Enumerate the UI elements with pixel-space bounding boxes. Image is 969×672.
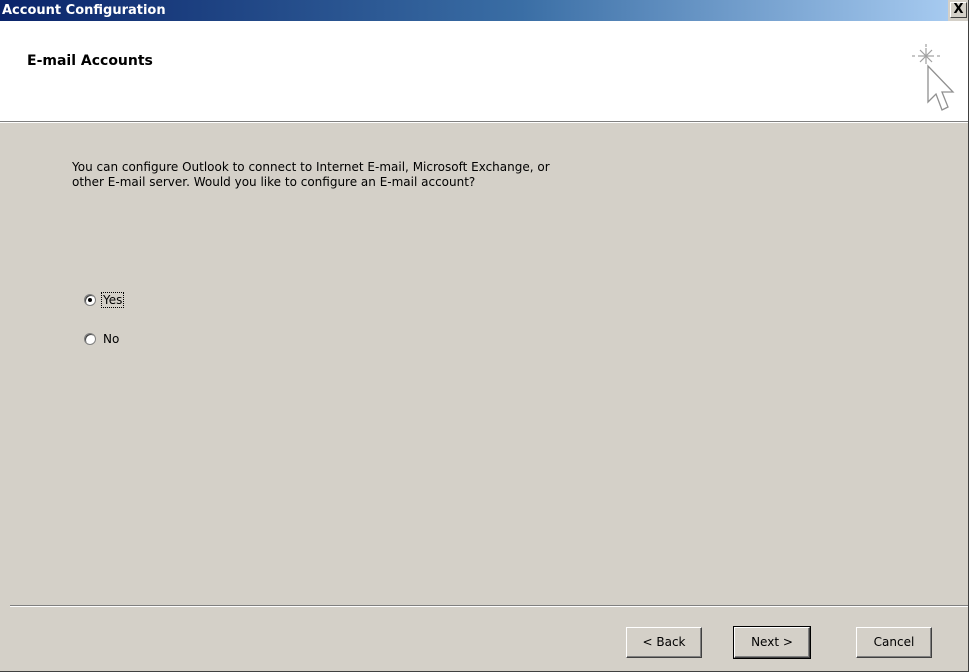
radio-yes[interactable]: Yes xyxy=(84,291,125,309)
prompt-line-2: other E-mail server. Would you like to c… xyxy=(72,175,476,189)
wizard-cursor-sparkle-icon xyxy=(912,44,955,111)
radio-no-circle[interactable] xyxy=(84,333,96,345)
title-bar[interactable]: Account Configuration xyxy=(0,0,948,21)
page-title: E-mail Accounts xyxy=(27,53,153,69)
radio-yes-label[interactable]: Yes xyxy=(100,292,125,308)
wizard-header: E-mail Accounts xyxy=(0,21,968,121)
radio-no-label[interactable]: No xyxy=(102,332,120,346)
window-title: Account Configuration xyxy=(2,3,166,18)
back-button[interactable]: < Back xyxy=(626,627,702,658)
header-separator xyxy=(0,121,968,123)
next-button[interactable]: Next > xyxy=(733,626,811,659)
configure-prompt: You can configure Outlook to connect to … xyxy=(72,160,672,190)
radio-yes-circle[interactable] xyxy=(84,294,96,306)
radio-selected-dot xyxy=(88,298,92,302)
footer-separator xyxy=(10,605,968,607)
prompt-line-1: You can configure Outlook to connect to … xyxy=(72,160,550,174)
radio-no[interactable]: No xyxy=(84,330,120,348)
cancel-button[interactable]: Cancel xyxy=(856,627,932,658)
close-button[interactable]: X xyxy=(950,2,967,18)
close-icon: X xyxy=(953,2,964,17)
account-configuration-dialog: Account Configuration X E-mail Accounts … xyxy=(0,0,969,672)
